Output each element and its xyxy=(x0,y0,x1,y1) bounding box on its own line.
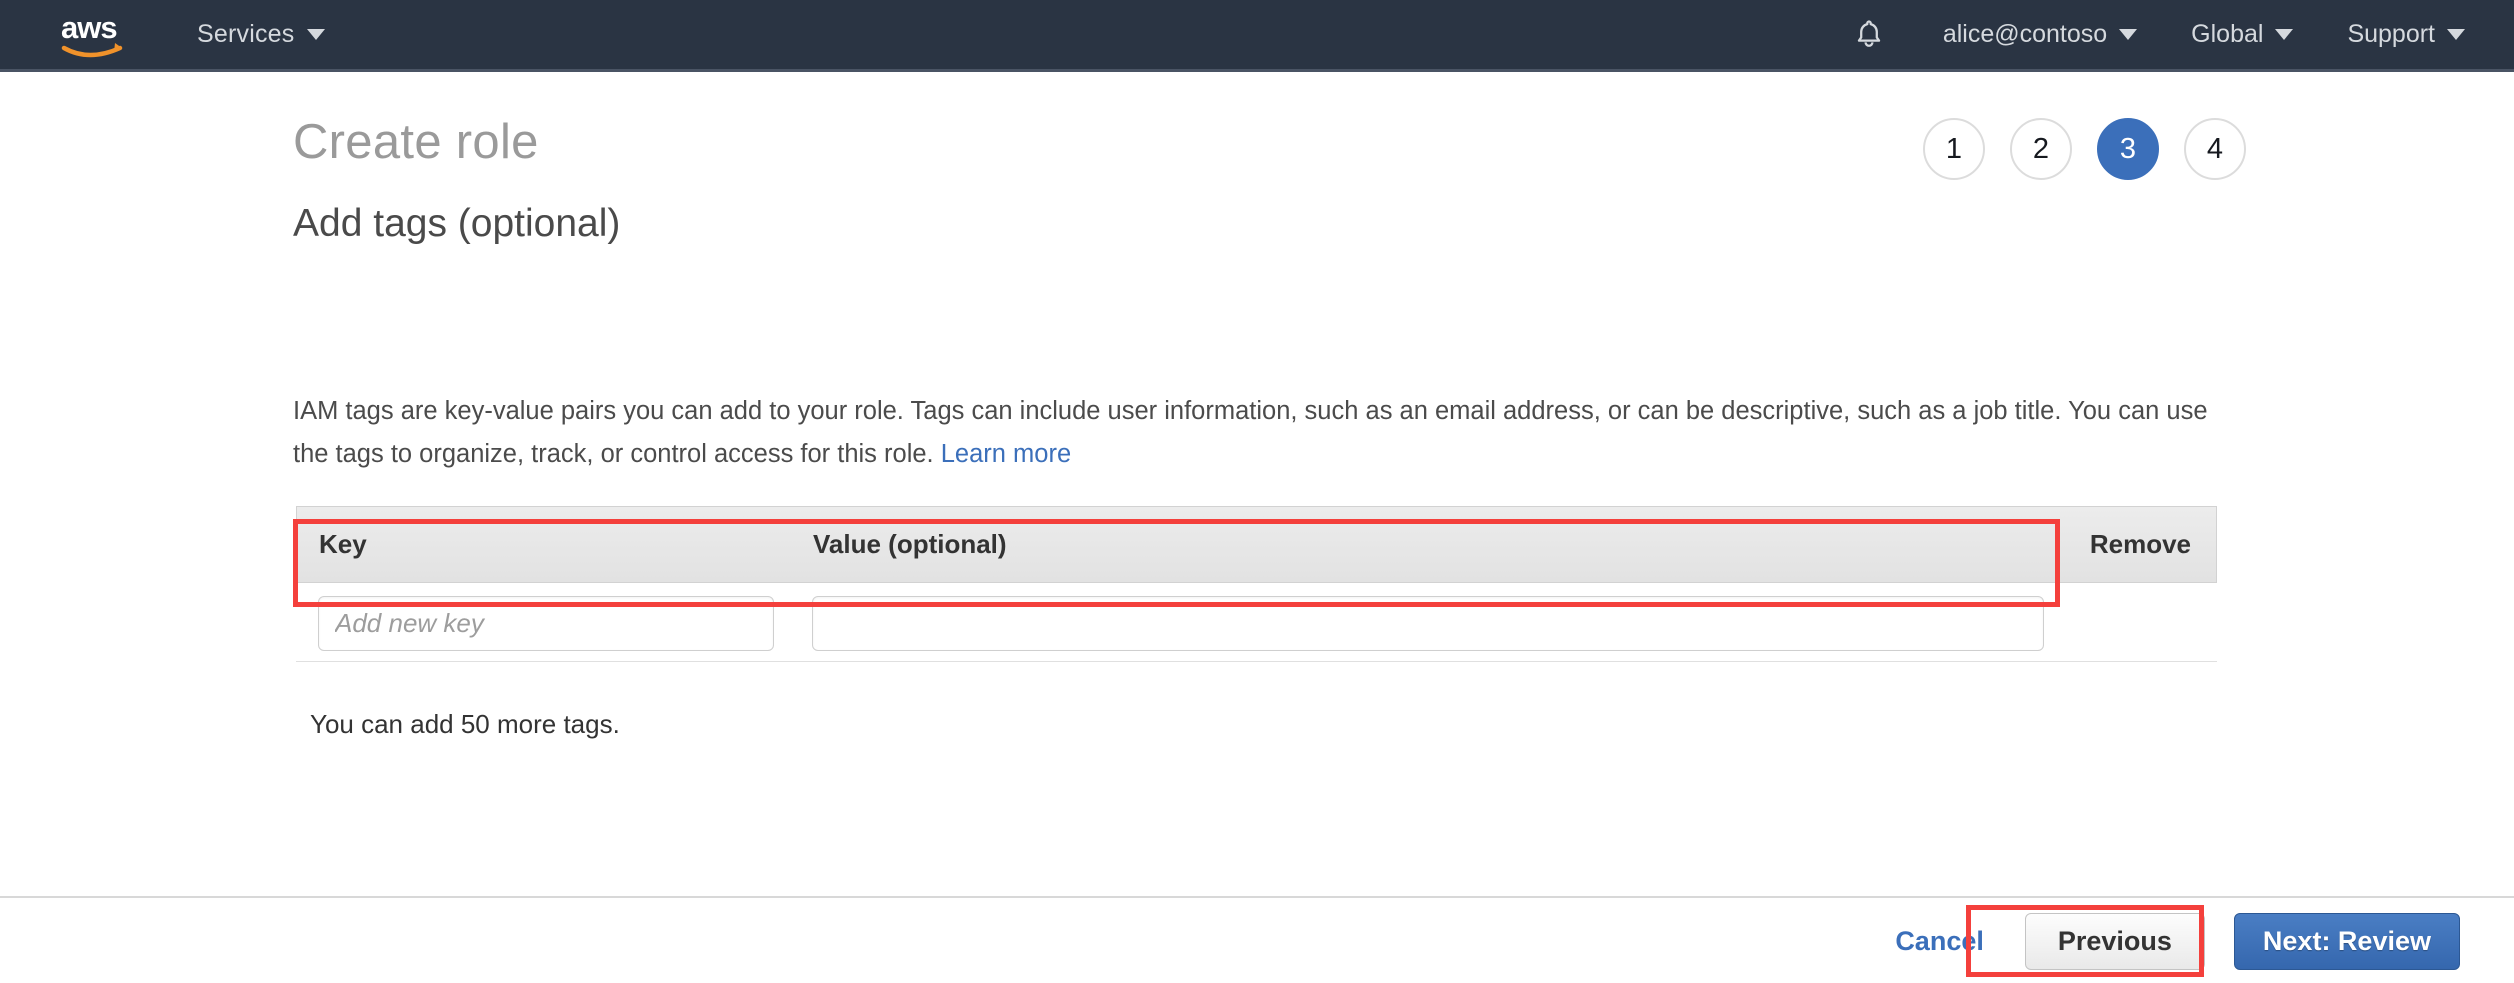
step-indicator-4[interactable]: 4 xyxy=(2184,118,2246,180)
column-header-value: Value (optional) xyxy=(813,529,1007,560)
remaining-tags-text: You can add 50 more tags. xyxy=(310,709,620,740)
step-label: 2 xyxy=(2033,133,2049,166)
next-review-button[interactable]: Next: Review xyxy=(2234,913,2460,970)
account-menu-label: alice@contoso xyxy=(1943,20,2107,49)
step-label: 1 xyxy=(1946,133,1962,166)
region-menu[interactable]: Global xyxy=(2164,0,2320,69)
services-menu-label: Services xyxy=(197,20,294,49)
top-navigation-bar: aws Services alice@contoso Global Suppor… xyxy=(0,0,2514,72)
svg-text:aws: aws xyxy=(61,10,117,45)
aws-logo[interactable]: aws xyxy=(58,8,150,60)
page-footer: Cancel Previous Next: Review xyxy=(0,896,2514,983)
page-title: Create role xyxy=(293,114,539,170)
services-menu[interactable]: Services xyxy=(197,0,325,69)
tags-table-header: Key Value (optional) Remove xyxy=(296,506,2217,583)
page-content: Create role 1 2 3 4 Add tags (optional) … xyxy=(0,72,2514,896)
section-description: IAM tags are key-value pairs you can add… xyxy=(293,390,2208,476)
account-menu[interactable]: alice@contoso xyxy=(1916,0,2164,69)
step-indicator: 1 2 3 4 xyxy=(1923,118,2246,180)
top-navigation-right-group: alice@contoso Global Support xyxy=(1822,0,2492,69)
section-title: Add tags (optional) xyxy=(293,202,620,246)
step-indicator-1[interactable]: 1 xyxy=(1923,118,1985,180)
support-menu[interactable]: Support xyxy=(2320,0,2492,69)
learn-more-link[interactable]: Learn more xyxy=(941,440,1071,468)
footer-actions: Cancel Previous Next: Review xyxy=(1883,913,2460,970)
tags-table: Key Value (optional) Remove xyxy=(296,506,2217,662)
step-indicator-2[interactable]: 2 xyxy=(2010,118,2072,180)
step-label: 3 xyxy=(2120,133,2136,166)
bell-icon xyxy=(1852,18,1886,52)
support-menu-label: Support xyxy=(2347,20,2435,49)
cancel-button[interactable]: Cancel xyxy=(1883,926,1996,957)
notifications-button[interactable] xyxy=(1822,0,1916,69)
chevron-down-icon xyxy=(2447,29,2465,40)
previous-button[interactable]: Previous xyxy=(2025,913,2205,970)
region-menu-label: Global xyxy=(2191,20,2263,49)
column-header-remove: Remove xyxy=(2090,529,2191,560)
tag-value-input[interactable] xyxy=(812,596,2044,651)
tag-key-input[interactable] xyxy=(318,596,774,651)
description-text: IAM tags are key-value pairs you can add… xyxy=(293,397,2208,468)
chevron-down-icon xyxy=(307,29,325,40)
chevron-down-icon xyxy=(2119,29,2137,40)
table-row xyxy=(296,583,2217,662)
step-indicator-3[interactable]: 3 xyxy=(2097,118,2159,180)
step-label: 4 xyxy=(2207,133,2223,166)
column-header-key: Key xyxy=(319,529,367,560)
chevron-down-icon xyxy=(2275,29,2293,40)
